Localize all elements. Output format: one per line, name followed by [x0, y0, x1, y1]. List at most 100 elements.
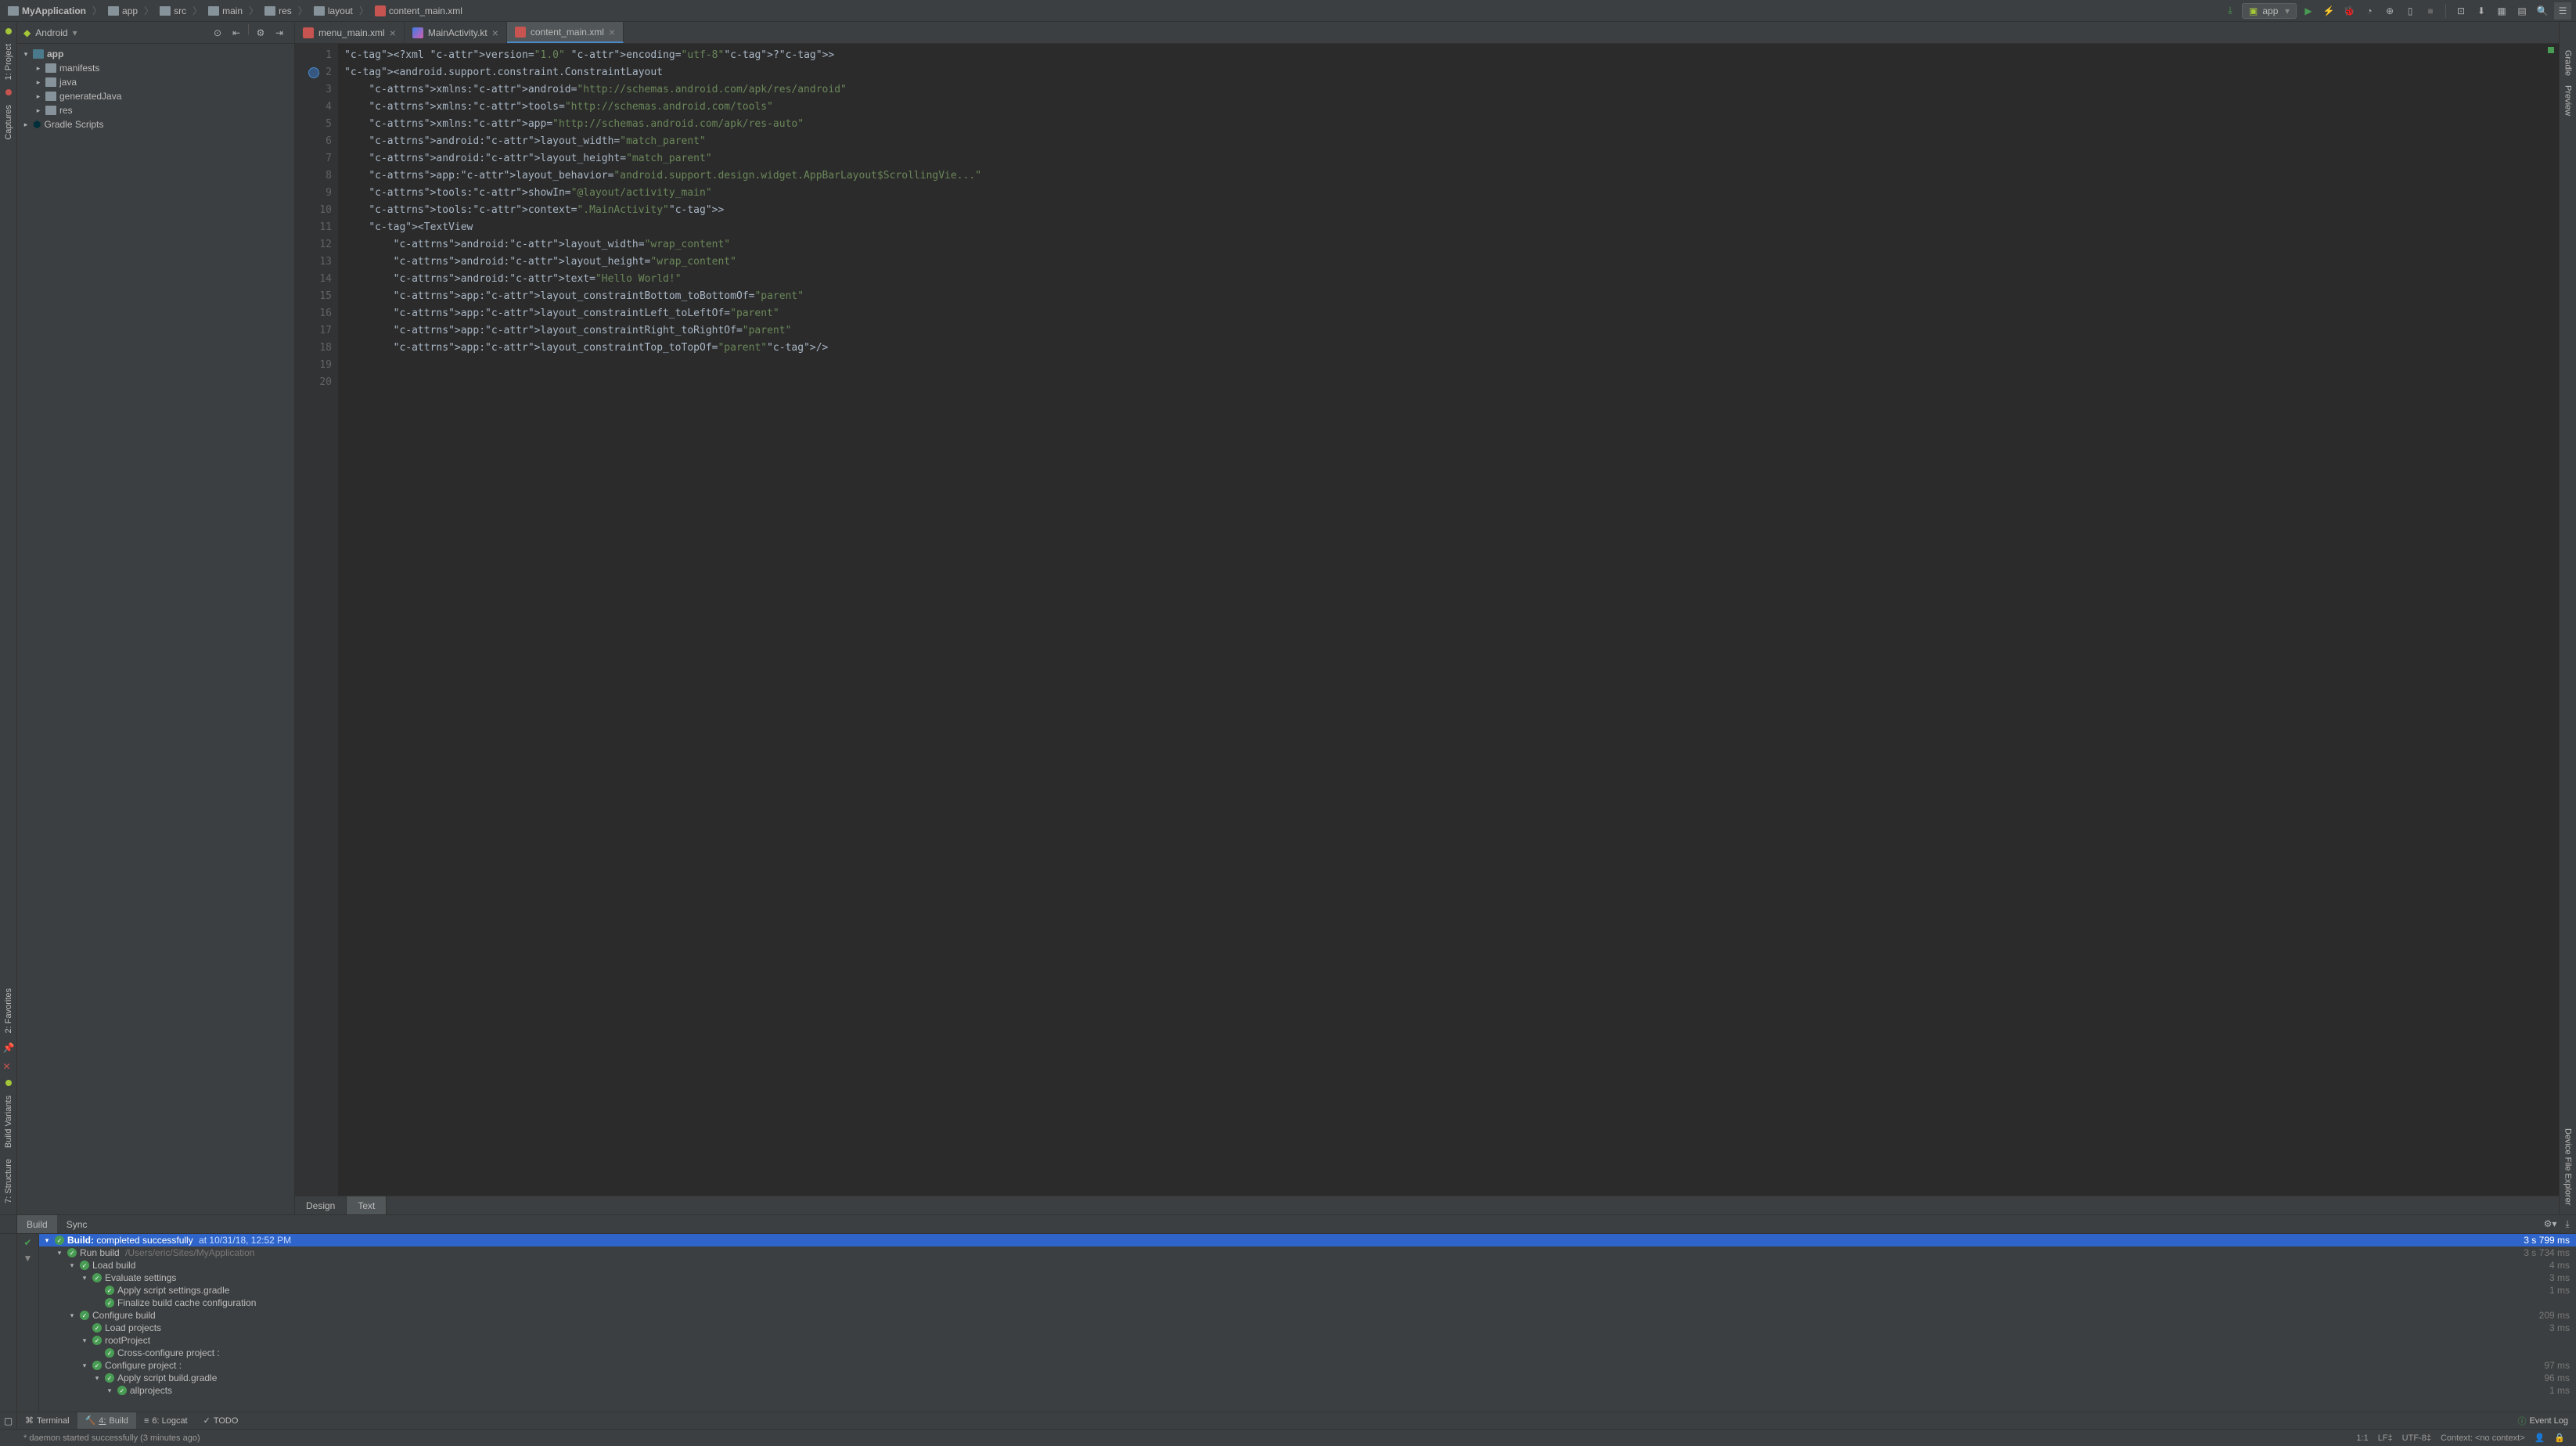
tree-item[interactable]: ▸res [17, 103, 294, 117]
build-timing: 96 ms [2544, 1372, 2570, 1383]
event-log-tool-tab[interactable]: ⓘEvent Log [2509, 1412, 2576, 1429]
project-view-selector[interactable]: ◆ Android ▾ [23, 27, 209, 38]
build-row[interactable]: Load projects3 ms [39, 1322, 2576, 1334]
breadcrumb-project[interactable]: MyApplication [5, 4, 89, 18]
resource-manager-icon[interactable]: ▤ [2513, 2, 2531, 20]
breadcrumb-folder[interactable]: layout [311, 4, 356, 18]
captures-tool-tab[interactable]: Captures [2, 100, 15, 145]
device-icon[interactable]: ▯ [2402, 2, 2419, 20]
hide-icon[interactable]: ⇥ [271, 24, 288, 41]
status-ok-icon [105, 1373, 114, 1383]
search-icon[interactable]: 🔍 [2534, 2, 2551, 20]
tree-item[interactable]: ▸java [17, 75, 294, 89]
gradle-tool-tab[interactable]: Gradle [2562, 45, 2574, 81]
project-tree[interactable]: ▾app▸manifests▸java▸generatedJava▸res▸⬢G… [17, 44, 294, 1214]
gear-icon[interactable]: ⚙ [252, 24, 269, 41]
build-row[interactable]: ▾Load build4 ms [39, 1259, 2576, 1272]
build-row[interactable]: Apply script settings.gradle1 ms [39, 1284, 2576, 1297]
logcat-tool-tab[interactable]: ≡6: Logcat [136, 1412, 196, 1429]
android-icon: ▣ [2249, 5, 2258, 16]
chevron-down-icon: ▾ [73, 27, 77, 38]
preview-tool-tab[interactable]: Preview [2562, 81, 2574, 120]
tree-item[interactable]: ▸⬢Gradle Scripts [17, 117, 294, 131]
hide-icon[interactable]: ⤓ [2559, 1215, 2576, 1232]
filter-icon[interactable]: ▼ [23, 1253, 33, 1264]
project-tool-tab[interactable]: 1: Project [2, 39, 15, 85]
lock-icon[interactable]: 🔒 [2549, 1433, 2570, 1443]
build-label: Configure build [92, 1310, 2539, 1321]
build-row[interactable]: ▾Build: completed successfully at 10/31/… [39, 1234, 2576, 1246]
editor-tab[interactable]: content_main.xml× [507, 22, 624, 43]
favorites-tool-tab[interactable]: 2: Favorites [2, 984, 15, 1038]
build-tool-tab[interactable]: 🔨4: Build [77, 1412, 136, 1429]
build-row[interactable]: Finalize build cache configuration [39, 1297, 2576, 1309]
tree-item[interactable]: ▾app [17, 47, 294, 61]
breadcrumb-folder[interactable]: res [261, 4, 295, 18]
line-separator[interactable]: LF‡ [2373, 1433, 2398, 1443]
build-tab[interactable]: Build [17, 1215, 57, 1233]
sdk-manager-icon[interactable]: ⬇ [2473, 2, 2490, 20]
tree-arrow-icon: ▾ [80, 1361, 89, 1370]
inspection-icon[interactable]: 👤 [2530, 1433, 2550, 1443]
breadcrumb-folder[interactable]: src [157, 4, 189, 18]
close-icon: ✕ [3, 1061, 14, 1072]
build-row[interactable]: ▾allprojects1 ms [39, 1384, 2576, 1397]
navigation-bar: MyApplication 〉 app 〉 src 〉 main 〉 res 〉… [0, 0, 2576, 22]
run-configuration-selector[interactable]: ▣ app ▾ [2242, 3, 2297, 19]
build-row[interactable]: ▾Configure project :97 ms [39, 1359, 2576, 1372]
folder-icon [45, 92, 56, 101]
tree-item[interactable]: ▸generatedJava [17, 89, 294, 103]
build-tool-window: Build Sync ⚙▾ ⤓ ✔ ▼ ▾Build: completed su… [0, 1214, 2576, 1412]
build-timing: 1 ms [2549, 1385, 2570, 1396]
apply-changes-icon[interactable]: ⚡ [2320, 2, 2337, 20]
build-row[interactable]: ▾Apply script build.gradle96 ms [39, 1372, 2576, 1384]
collapse-icon[interactable]: ⇤ [228, 24, 245, 41]
todo-tool-tab[interactable]: ✓TODO [196, 1412, 246, 1429]
status-bar: * daemon started successfully (3 minutes… [0, 1429, 2576, 1446]
layout-inspector-icon[interactable]: ▦ [2493, 2, 2510, 20]
gear-icon[interactable]: ⚙▾ [2542, 1215, 2559, 1232]
quick-access-icon[interactable]: ▢ [0, 1412, 17, 1429]
attach-debugger-icon[interactable]: ⊕ [2381, 2, 2398, 20]
file-encoding[interactable]: UTF-8‡ [2398, 1433, 2436, 1443]
profile-button[interactable]: ◔ [2361, 2, 2378, 20]
avd-manager-icon[interactable]: ⊡ [2452, 2, 2470, 20]
editor-tab[interactable]: MainActivity.kt× [405, 22, 507, 43]
debug-button[interactable]: 🐞 [2340, 2, 2358, 20]
build-timing: 3 ms [2549, 1272, 2570, 1283]
kotlin-file-icon [412, 27, 423, 38]
breadcrumb-module[interactable]: app [105, 4, 141, 18]
stop-button[interactable]: ■ [2422, 2, 2439, 20]
structure-tool-tab[interactable]: 7: Structure [2, 1154, 15, 1208]
sync-tab[interactable]: Sync [57, 1215, 97, 1233]
text-tab[interactable]: Text [347, 1196, 387, 1214]
design-tab[interactable]: Design [295, 1196, 347, 1214]
terminal-tool-tab[interactable]: ⌘Terminal [17, 1412, 77, 1429]
build-row[interactable]: ▾Evaluate settings3 ms [39, 1272, 2576, 1284]
build-row[interactable]: ▾rootProject [39, 1334, 2576, 1347]
build-row[interactable]: Cross-configure project : [39, 1347, 2576, 1359]
build-tree[interactable]: ▾Build: completed successfully at 10/31/… [39, 1234, 2576, 1412]
close-tab-icon[interactable]: × [492, 27, 498, 39]
status-ok-icon [92, 1273, 102, 1282]
editor-tab[interactable]: menu_main.xml× [295, 22, 405, 43]
tree-arrow-icon: ▸ [22, 120, 30, 129]
breadcrumb-file[interactable]: content_main.xml [372, 4, 466, 18]
cursor-position[interactable]: 1:1 [2351, 1433, 2373, 1443]
close-tab-icon[interactable]: × [390, 27, 396, 39]
close-tab-icon[interactable]: × [609, 26, 615, 38]
editor-gutter[interactable]: 1 234567891011121314151617181920 [295, 44, 338, 1196]
breadcrumb-folder[interactable]: main [205, 4, 246, 18]
tree-item[interactable]: ▸manifests [17, 61, 294, 75]
breadcrumbs: MyApplication 〉 app 〉 src 〉 main 〉 res 〉… [5, 4, 2222, 18]
context-selector[interactable]: Context: <no context> [2436, 1433, 2530, 1443]
code-editor[interactable]: "c-tag"><?xml "c-attr">version="1.0" "c-… [338, 44, 2559, 1196]
sync-gradle-icon[interactable]: ⤓ [2222, 2, 2239, 20]
run-button[interactable]: ▶ [2300, 2, 2317, 20]
build-row[interactable]: ▾Configure build209 ms [39, 1309, 2576, 1322]
settings-icon[interactable]: ☰ [2554, 2, 2571, 20]
build-variants-tool-tab[interactable]: Build Variants [2, 1091, 15, 1153]
locate-icon[interactable]: ⊙ [209, 24, 226, 41]
build-row[interactable]: ▾Run build /Users/eric/Sites/MyApplicati… [39, 1246, 2576, 1259]
device-file-explorer-tool-tab[interactable]: Device File Explorer [2562, 1124, 2574, 1210]
